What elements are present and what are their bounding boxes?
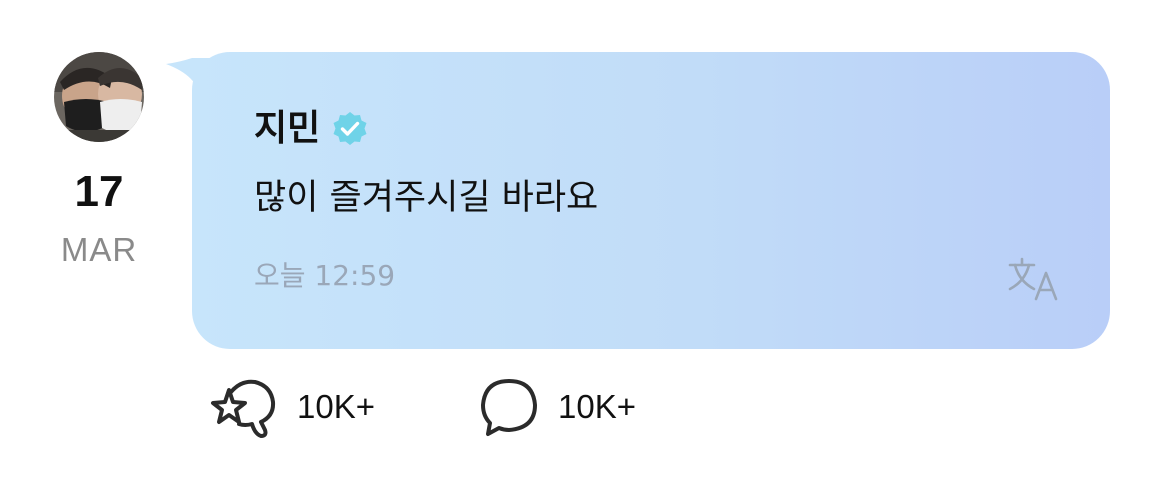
speech-bubble-icon (481, 379, 537, 436)
author-name: 지민 (254, 108, 321, 149)
message-timestamp: 오늘 12:59 (254, 259, 396, 292)
author-row: 지민 (254, 104, 368, 154)
message-text: 많이 즐겨주시길 바라요 (254, 178, 599, 218)
verified-badge-icon (333, 112, 367, 145)
message-bubble[interactable]: 지민 많이 즐겨주시길 바라요 오늘 12:59 (192, 52, 1110, 349)
avatar-photo (54, 52, 144, 142)
star-bubble-icon (211, 379, 276, 438)
like-button[interactable]: 10K+ (205, 372, 375, 442)
like-count: 10K+ (297, 388, 375, 425)
avatar[interactable] (54, 52, 144, 142)
comment-button[interactable]: 10K+ (478, 372, 636, 442)
post-date-month: MAR (60, 231, 138, 268)
translate-icon[interactable] (1006, 255, 1066, 303)
post-date-day: 17 (74, 167, 124, 216)
comment-count: 10K+ (558, 388, 636, 425)
